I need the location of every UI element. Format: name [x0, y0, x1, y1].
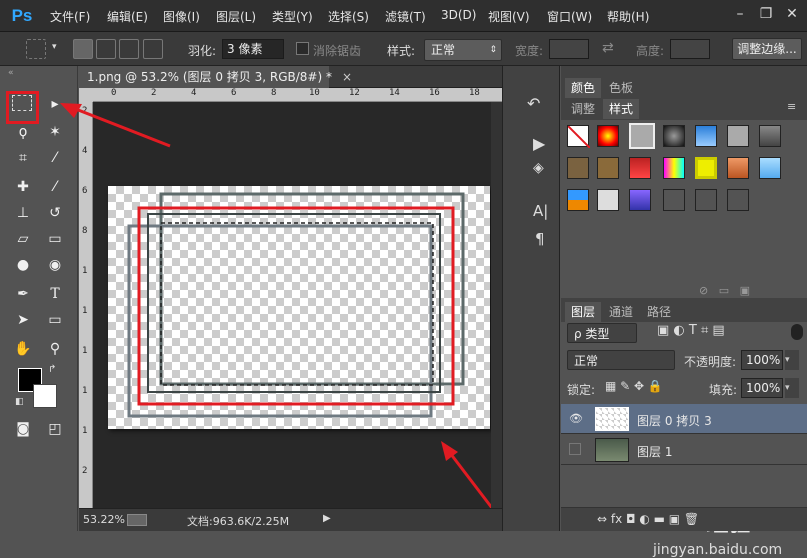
style-swatch[interactable] [597, 157, 619, 179]
style-swatch[interactable] [727, 189, 749, 211]
arrow-line [67, 104, 171, 148]
style-swatch[interactable] [759, 157, 781, 179]
layer-row[interactable]: 👁 图层 0 拷贝 3 [561, 404, 807, 434]
style-swatch[interactable] [597, 189, 619, 211]
layers-panel: ρ 类型 ▣ ◐ T ⌗ ▤ 正常 不透明度: 100% ▾ 锁定: ▦ ✎ ✥… [561, 322, 807, 558]
style-swatch[interactable] [567, 157, 589, 179]
document-vertical-scrollbar[interactable] [491, 102, 502, 508]
blend-mode-select[interactable]: 正常 [567, 350, 675, 370]
fill-input[interactable]: 100% [741, 378, 783, 398]
style-swatch[interactable] [727, 157, 749, 179]
tab-paths[interactable]: 路径 [641, 302, 677, 322]
style-swatch[interactable] [663, 189, 685, 211]
baidu-url: jingyan.baidu.com [653, 542, 783, 558]
opacity-input[interactable]: 100% [741, 350, 783, 370]
style-swatch[interactable] [759, 125, 781, 147]
panel-menu-icon[interactable]: ≡ [787, 100, 796, 113]
style-swatch[interactable] [695, 189, 717, 211]
fill-dropdown-icon[interactable]: ▾ [785, 378, 799, 398]
layers-footer: ⇔ fx ◘ ◐ ▬ ▣ 🗑 [561, 507, 807, 531]
lock-label: 锁定: [567, 383, 596, 397]
history-panel-icon[interactable]: ↶ [527, 94, 540, 113]
zoom-level[interactable]: 53.22% [83, 513, 125, 526]
style-swatch[interactable] [629, 157, 651, 179]
opacity-dropdown-icon[interactable]: ▾ [785, 350, 799, 370]
style-swatch[interactable] [695, 125, 717, 147]
styles-panel: ⊘ ▭ ▣ [561, 120, 807, 298]
lock-icons[interactable]: ▦ ✎ ✥ 🔒 [605, 379, 663, 393]
style-swatch[interactable] [663, 125, 685, 147]
fill-label: 填充: [709, 383, 738, 397]
status-menu-arrow-icon[interactable]: ▶ [323, 513, 331, 524]
style-swatch[interactable] [727, 125, 749, 147]
layer-thumbnail [595, 407, 629, 431]
status-preview-icon[interactable] [127, 514, 147, 526]
visibility-toggle-empty[interactable] [569, 443, 581, 455]
style-swatch[interactable] [629, 189, 651, 211]
layer-name[interactable]: 图层 1 [637, 443, 672, 460]
3d-panel-icon[interactable]: ◈ [533, 160, 544, 176]
tab-styles[interactable]: 样式 [603, 99, 639, 119]
tab-channels[interactable]: 通道 [603, 302, 639, 322]
tab-adjustments[interactable]: 调整 [565, 99, 601, 119]
filter-toggle[interactable] [791, 324, 803, 340]
character-panel-icon[interactable]: A| [533, 202, 548, 220]
style-swatch-none[interactable] [567, 125, 591, 149]
style-swatch[interactable] [567, 189, 589, 211]
right-panels: 颜色 色板 调整 样式 ≡ ⊘ ▭ ▣ 图层 通道 路径 ρ 类型 ▣ ◐ T … [561, 66, 807, 558]
layer-filter-icons[interactable]: ▣ ◐ T ⌗ ▤ [657, 323, 725, 338]
layer-row[interactable]: 图层 1 [561, 435, 807, 465]
visibility-eye-icon[interactable]: 👁 [569, 412, 583, 425]
status-bar: 53.22% 文档:963.6K/2.25M ▶ [79, 508, 502, 531]
style-swatch-selected[interactable] [629, 123, 655, 149]
opacity-label: 不透明度: [684, 355, 737, 369]
layer-filter-select[interactable]: ρ 类型 [567, 323, 637, 343]
arrow-line [445, 448, 494, 509]
tab-color[interactable]: 颜色 [565, 78, 601, 98]
document-info: 文档:963.6K/2.25M [187, 515, 290, 528]
layers-footer-icons[interactable]: ⇔ fx ◘ ◐ ▬ ▣ 🗑 [597, 512, 699, 526]
style-swatch[interactable] [663, 157, 685, 179]
layer-name[interactable]: 图层 0 拷贝 3 [637, 412, 712, 429]
style-swatch[interactable] [597, 125, 619, 147]
tab-layers[interactable]: 图层 [565, 302, 601, 322]
panel-footer-icons[interactable]: ⊘ ▭ ▣ [699, 284, 750, 297]
tab-swatches[interactable]: 色板 [603, 78, 639, 98]
paragraph-panel-icon[interactable]: ¶ [535, 230, 545, 248]
layer-thumbnail [595, 438, 629, 462]
actions-panel-icon[interactable]: ▶ [533, 134, 545, 153]
style-swatch[interactable] [695, 157, 717, 179]
panel-dock-column: ↶ ▶ ◈ A| ¶ [502, 66, 560, 531]
